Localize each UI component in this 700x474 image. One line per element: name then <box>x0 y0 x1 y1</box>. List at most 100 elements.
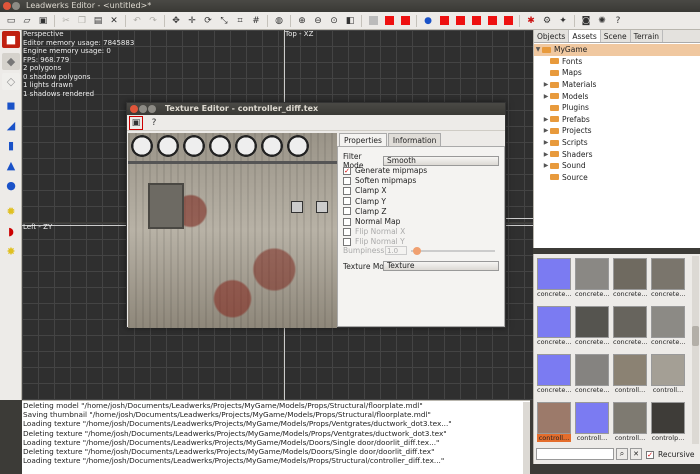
asset-thumbnail[interactable]: concrete... <box>613 258 647 300</box>
log-scrollbar[interactable] <box>523 402 530 474</box>
asset-thumbnail[interactable]: controll... <box>537 402 571 444</box>
help-icon[interactable]: ? <box>611 14 625 28</box>
expand-arrow-icon[interactable]: ▶ <box>542 81 550 88</box>
paste-icon[interactable]: ▤ <box>91 14 105 28</box>
zoom-fit-icon[interactable]: ⊙ <box>327 14 341 28</box>
expand-arrow-icon[interactable]: ▼ <box>534 46 542 53</box>
stair-brush-icon[interactable] <box>501 14 515 28</box>
copy-icon[interactable]: ❐ <box>75 14 89 28</box>
options-gear-icon[interactable]: ✺ <box>595 14 609 28</box>
delete-icon[interactable]: ✕ <box>107 14 121 28</box>
zoom-in-icon[interactable]: ⊕ <box>295 14 309 28</box>
cut-icon[interactable]: ✂ <box>59 14 73 28</box>
filter-mode-select[interactable]: Smooth <box>383 156 499 166</box>
run-game-icon[interactable]: ✱ <box>524 14 538 28</box>
cylinder-tool-icon[interactable]: ▮ <box>2 137 20 154</box>
undo-icon[interactable]: ↶ <box>130 14 144 28</box>
cube-tool-icon[interactable]: ◼ <box>2 97 20 114</box>
checkbox-icon[interactable] <box>343 176 351 185</box>
tree-item[interactable]: ▼ MyGame <box>534 44 700 56</box>
thumbnail-scrollbar[interactable] <box>692 256 699 444</box>
redo-icon[interactable]: ↷ <box>146 14 160 28</box>
settings-icon[interactable]: ✦ <box>556 14 570 28</box>
option-checkbox[interactable]: Normal Map <box>343 217 400 226</box>
tree-item[interactable]: ▶ Prefabs <box>534 114 700 126</box>
select-icon[interactable]: ✥ <box>169 14 183 28</box>
dialog-close-button[interactable] <box>130 105 138 113</box>
tree-item[interactable]: ▶ Materials <box>534 79 700 91</box>
recursive-checkbox[interactable]: ✓ Recursive <box>646 450 695 459</box>
checkbox-icon[interactable] <box>343 197 351 206</box>
tab-terrain[interactable]: Terrain <box>631 30 664 42</box>
tree-item[interactable]: ▶ Projects <box>534 125 700 137</box>
texture-preview[interactable] <box>128 133 337 328</box>
pyramid-brush-icon[interactable] <box>453 14 467 28</box>
asset-thumbnail[interactable]: concrete... <box>575 258 609 300</box>
wedge-brush-icon[interactable] <box>382 14 396 28</box>
expand-arrow-icon[interactable]: ▶ <box>542 93 550 100</box>
cylinder-brush-icon[interactable] <box>398 14 412 28</box>
option-checkbox[interactable]: Clamp X <box>343 186 387 195</box>
directional-light-icon[interactable]: ✸ <box>2 243 20 260</box>
asset-thumbnail[interactable]: concrete... <box>651 306 685 348</box>
camera-icon[interactable]: ◙ <box>579 14 593 28</box>
scale-icon[interactable]: ⤡ <box>217 14 231 28</box>
clear-search-icon[interactable]: ✕ <box>630 448 642 460</box>
help-icon[interactable]: ? <box>147 116 161 130</box>
option-checkbox[interactable]: Clamp Y <box>343 197 386 206</box>
tab-assets[interactable]: Assets <box>569 30 601 42</box>
bumpiness-field[interactable]: 1.0 <box>385 246 407 255</box>
asset-thumbnail[interactable]: controlp... <box>651 402 685 444</box>
asset-thumbnail[interactable]: controll... <box>613 354 647 396</box>
checkbox-icon[interactable] <box>343 186 351 195</box>
view-icon[interactable]: ◧ <box>343 14 357 28</box>
arch-brush-icon[interactable] <box>469 14 483 28</box>
tab-information[interactable]: Information <box>387 133 442 147</box>
tree-item[interactable]: Fonts <box>534 56 700 68</box>
asset-thumbnail[interactable]: concrete... <box>613 306 647 348</box>
tree-item[interactable]: Source <box>534 172 700 184</box>
texture-mode-select[interactable]: Texture <box>383 261 499 271</box>
tree-item[interactable]: Maps <box>534 67 700 79</box>
asset-thumbnail[interactable]: concrete... <box>575 354 609 396</box>
option-checkbox[interactable]: Soften mipmaps <box>343 176 416 185</box>
search-icon[interactable]: ⌕ <box>616 448 628 460</box>
bumpiness-slider[interactable] <box>411 246 495 255</box>
debug-icon[interactable]: ⚙ <box>540 14 554 28</box>
open-folder-icon[interactable]: ▱ <box>20 14 34 28</box>
dialog-minimize-button[interactable] <box>139 105 147 113</box>
wedge-tool-icon[interactable]: ◢ <box>2 117 20 134</box>
zoom-out-icon[interactable]: ⊖ <box>311 14 325 28</box>
save-icon[interactable]: ▣ <box>129 115 143 130</box>
box-brush-icon[interactable] <box>366 14 380 28</box>
checkbox-icon[interactable] <box>343 207 351 216</box>
grid-icon[interactable]: # <box>249 14 263 28</box>
expand-arrow-icon[interactable]: ▶ <box>542 162 550 169</box>
point-light-icon[interactable]: ✹ <box>2 203 20 220</box>
checkbox-icon[interactable] <box>343 217 351 226</box>
asset-thumbnail[interactable]: concrete... <box>537 354 571 396</box>
globe-icon[interactable]: ◍ <box>272 14 286 28</box>
tab-objects[interactable]: Objects <box>534 30 570 42</box>
rotate-icon[interactable]: ⟳ <box>201 14 215 28</box>
move-icon[interactable]: ✛ <box>185 14 199 28</box>
new-file-icon[interactable]: ▭ <box>4 14 18 28</box>
expand-arrow-icon[interactable]: ▶ <box>542 151 550 158</box>
tree-item[interactable]: ▶ Sound <box>534 160 700 172</box>
asset-thumbnail[interactable]: controll... <box>613 402 647 444</box>
eraser-tool-icon[interactable]: ◇ <box>2 73 20 90</box>
asset-search-input[interactable] <box>536 448 614 460</box>
cone-tool-icon[interactable]: ▲ <box>2 157 20 174</box>
tab-scene[interactable]: Scene <box>601 30 631 42</box>
sphere-brush-icon[interactable]: ● <box>421 14 435 28</box>
asset-thumbnail[interactable]: controll... <box>575 402 609 444</box>
tube-brush-icon[interactable] <box>485 14 499 28</box>
asset-thumbnail[interactable]: concrete... <box>537 306 571 348</box>
sphere-tool-icon[interactable]: ● <box>2 177 20 194</box>
tree-item[interactable]: ▶ Scripts <box>534 137 700 149</box>
option-checkbox[interactable]: ✓ Generate mipmaps <box>343 166 427 175</box>
snap-icon[interactable]: ⌗ <box>233 14 247 28</box>
tree-item[interactable]: Plugins <box>534 102 700 114</box>
asset-thumbnail[interactable]: concrete... <box>651 258 685 300</box>
save-icon[interactable]: ▣ <box>36 14 50 28</box>
